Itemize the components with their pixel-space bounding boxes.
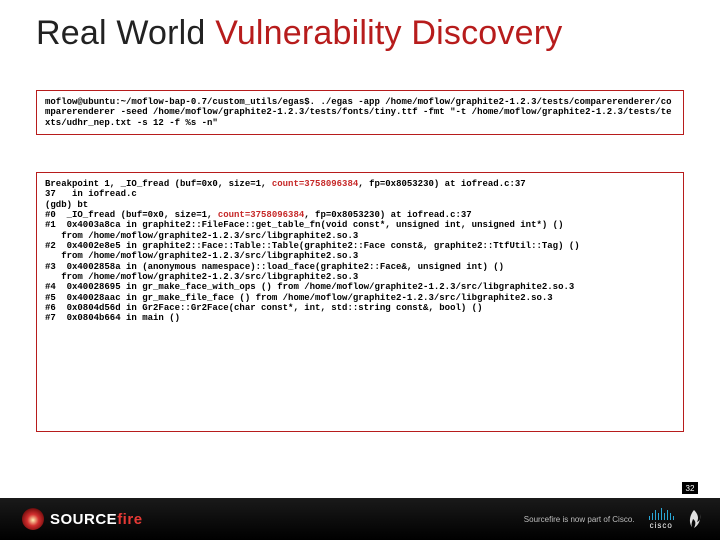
command-box: moflow@ubuntu:~/moflow-bap-0.7/custom_ut…	[36, 90, 684, 135]
cisco-bars-icon	[649, 508, 675, 520]
footer-tagline: Sourcefire is now part of Cisco.	[524, 515, 635, 524]
footer-bar: SOURCEfire Sourcefire is now part of Cis…	[0, 498, 720, 540]
cisco-logo: cisco	[649, 508, 675, 530]
command-text: moflow@ubuntu:~/moflow-bap-0.7/custom_ut…	[45, 97, 672, 128]
bt-highlight-1: count=3758096384	[272, 179, 358, 189]
slide-title: Real World Vulnerability Discovery	[36, 14, 684, 53]
page-number: 32	[682, 482, 698, 494]
slide: Real World Vulnerability Discovery moflo…	[0, 0, 720, 540]
cisco-word: cisco	[650, 521, 673, 530]
title-prefix: Real World	[36, 14, 206, 52]
bt-pre: Breakpoint 1, _IO_fread (buf=0x0, size=1…	[45, 179, 272, 189]
sourcefire-wordmark: SOURCEfire	[50, 511, 143, 528]
backtrace-box: Breakpoint 1, _IO_fread (buf=0x0, size=1…	[36, 172, 684, 432]
bt-highlight-2: count=3758096384	[218, 210, 304, 220]
sourcefire-logo: SOURCEfire	[22, 508, 143, 530]
title-accent: Vulnerability Discovery	[215, 14, 562, 52]
spark-icon	[688, 509, 702, 529]
footer-right: Sourcefire is now part of Cisco. cisco	[524, 508, 702, 530]
brand-fire: fire	[117, 511, 142, 528]
flare-icon	[22, 508, 44, 530]
bt-post: , fp=0x8053230) at iofread.c:37 #1 0x400…	[45, 210, 580, 323]
brand-source: SOURCE	[50, 511, 117, 528]
